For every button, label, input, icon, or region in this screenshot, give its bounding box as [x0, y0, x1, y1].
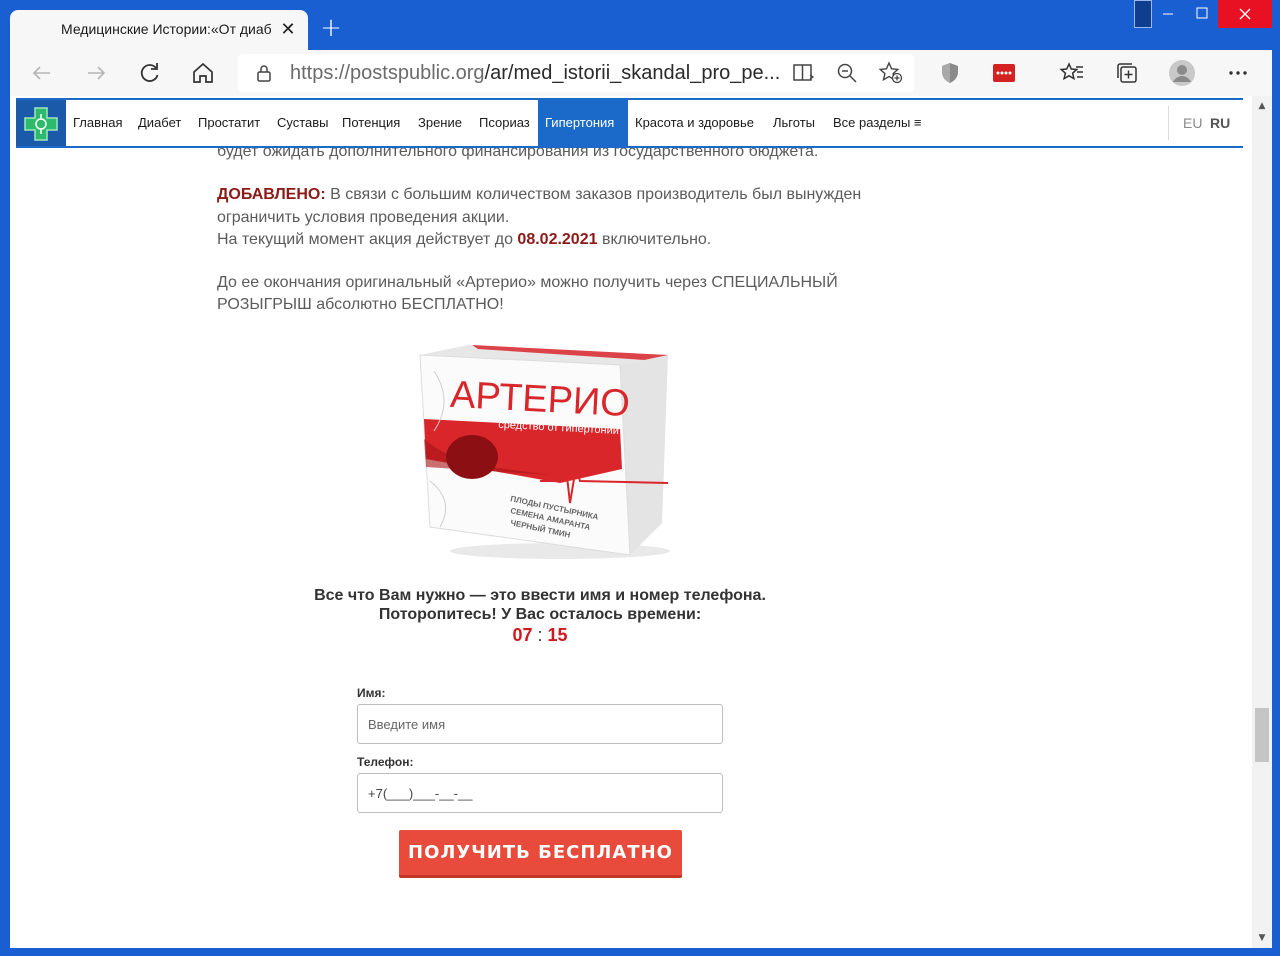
shield-extension-icon[interactable] — [936, 59, 964, 87]
browser-toolbar: https://postspublic.org/ar/med_istorii_s… — [10, 50, 1272, 96]
forward-icon[interactable] — [82, 59, 110, 87]
nav-item-hypertension[interactable]: Гипертония — [538, 100, 628, 146]
timer-minutes: 07 — [512, 625, 533, 645]
added-label: ДОБАВЛЕНО: — [217, 186, 326, 203]
minimize-icon[interactable] — [1150, 0, 1186, 28]
nav-item-benefits[interactable]: Льготы — [766, 100, 822, 146]
name-label: Имя: — [357, 686, 386, 700]
tab-title: Медицинские Истории:«От диабета — [61, 21, 271, 37]
scroll-down-icon[interactable]: ▼ — [1252, 928, 1272, 948]
cta-text: Все что Вам нужно — это ввести имя и ном… — [210, 586, 870, 624]
new-tab-icon[interactable]: + — [318, 15, 344, 42]
password-extension-icon[interactable] — [990, 59, 1018, 87]
lock-icon[interactable] — [254, 63, 274, 87]
browser-tab[interactable]: Медицинские Истории:«От диабета ✕ — [10, 10, 308, 50]
countdown-timer: 07 : 15 — [512, 625, 568, 645]
add-favorite-icon[interactable] — [878, 61, 904, 89]
page-viewport: будет ожидать дополнительного финансиров… — [10, 96, 1272, 948]
product-image: АРТЕРИО средство от гипертонии ПЛОДЫ ПУС… — [410, 341, 682, 563]
browser-titlebar: Медицинские Истории:«От диабета ✕ + — [0, 0, 1280, 50]
nav-item-all-sections[interactable]: Все разделы ≡ — [826, 100, 929, 146]
name-input[interactable] — [357, 704, 723, 744]
nav-item-vision[interactable]: Зрение — [411, 100, 469, 146]
back-icon[interactable] — [28, 59, 56, 87]
nav-item-beauty[interactable]: Красота и здоровье — [628, 100, 761, 146]
collections-icon[interactable] — [1113, 59, 1141, 87]
site-logo[interactable] — [16, 100, 66, 146]
promo-end-date: 08.02.2021 — [517, 231, 598, 248]
refresh-icon[interactable] — [135, 59, 163, 87]
nav-item-diabetes[interactable]: Диабет — [131, 100, 188, 146]
timer-seconds: 15 — [547, 625, 568, 645]
nav-item-prostatitis[interactable]: Простатит — [191, 100, 267, 146]
get-free-button[interactable]: ПОЛУЧИТЬ БЕСПЛАТНО — [399, 830, 682, 878]
maximize-icon[interactable] — [1184, 0, 1220, 28]
cta-line-2: Поторопитесь! У Вас осталось времени: — [378, 606, 702, 623]
lang-eu-link[interactable]: EU — [1183, 100, 1202, 146]
profile-avatar-icon[interactable] — [1168, 59, 1196, 87]
site-navigation: Главная Диабет Простатит Суставы Потенци… — [16, 98, 1243, 148]
lang-ru-link[interactable]: RU — [1210, 100, 1230, 146]
nav-divider — [1168, 106, 1169, 140]
url-text: https://postspublic.org/ar/med_istorii_s… — [290, 62, 781, 84]
scroll-up-icon[interactable]: ▲ — [1252, 96, 1272, 116]
address-bar[interactable]: https://postspublic.org/ar/med_istorii_s… — [238, 54, 914, 92]
page-scrollbar[interactable]: ▲ ▼ — [1252, 96, 1272, 948]
phone-label: Телефон: — [357, 755, 414, 769]
home-icon[interactable] — [189, 59, 217, 87]
close-window-icon[interactable] — [1218, 0, 1272, 28]
phone-input[interactable] — [357, 773, 723, 813]
added-paragraph: ДОБАВЛЕНО: В связи с большим количеством… — [217, 186, 862, 248]
nav-item-main[interactable]: Главная — [66, 100, 129, 146]
nav-item-joints[interactable]: Суставы — [270, 100, 336, 146]
cta-line-1: Все что Вам нужно — это ввести имя и ном… — [314, 587, 766, 604]
nav-item-psoriasis[interactable]: Псориаз — [472, 100, 537, 146]
zoom-out-icon[interactable] — [836, 62, 858, 88]
close-tab-icon[interactable]: ✕ — [276, 18, 300, 42]
favorites-icon[interactable] — [1058, 59, 1086, 87]
nav-item-potency[interactable]: Потенция — [335, 100, 407, 146]
scrollbar-thumb[interactable] — [1255, 708, 1269, 762]
reader-view-icon[interactable] — [792, 62, 816, 88]
free-offer-paragraph: До ее окончания оригинальный «Артерио» м… — [217, 273, 838, 314]
more-options-icon[interactable] — [1224, 59, 1252, 87]
article-body: ДОБАВЛЕНО: В связи с большим количеством… — [217, 184, 877, 317]
